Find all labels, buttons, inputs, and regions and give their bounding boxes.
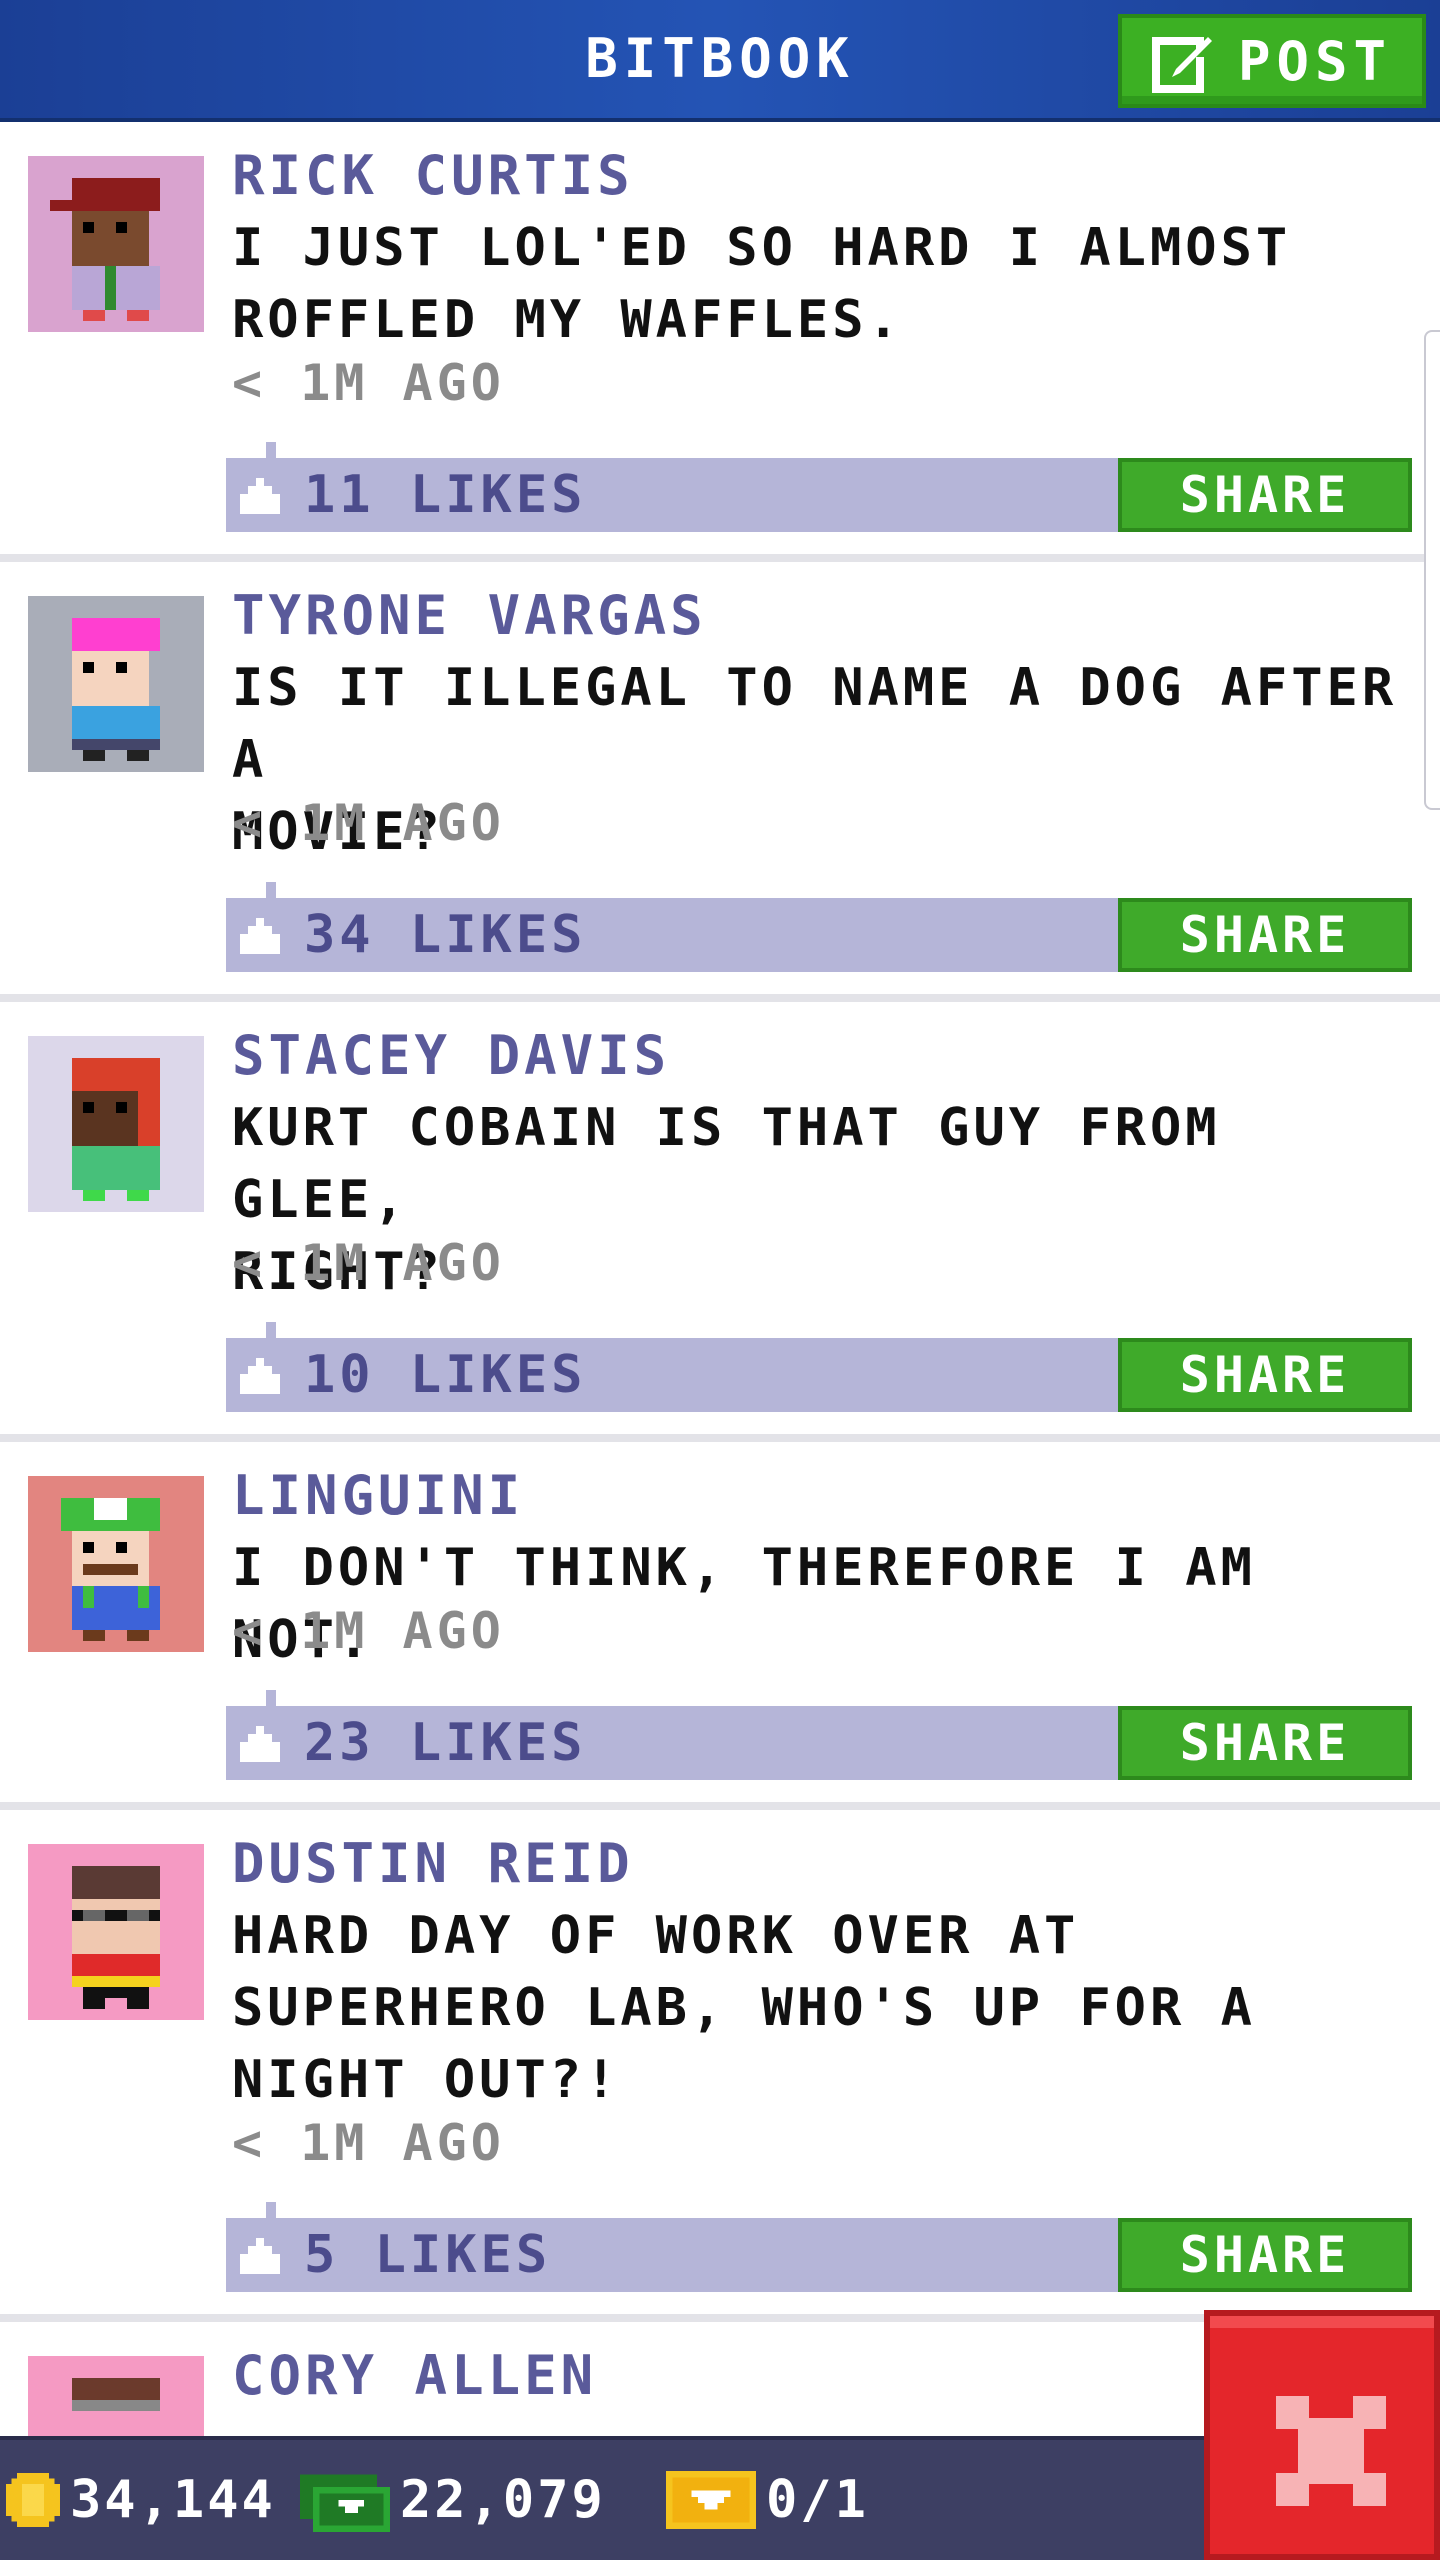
ticket-icon — [666, 2471, 756, 2529]
likes-bar: 23 LIKES SHARE — [226, 1690, 1412, 1780]
post-time: < 1M AGO — [232, 1234, 505, 1292]
share-button[interactable]: SHARE — [1118, 1338, 1412, 1412]
scrollbar[interactable] — [1424, 330, 1440, 810]
share-button[interactable]: SHARE — [1118, 458, 1412, 532]
close-icon — [1276, 2396, 1386, 2506]
likes-bar: 10 LIKES SHARE — [226, 1322, 1412, 1412]
post-author[interactable]: LINGUINI — [232, 1464, 524, 1527]
likes-count: 11 LIKES — [304, 465, 587, 525]
post-time: < 1M AGO — [232, 2114, 505, 2172]
post-text: HARD DAY OF WORK OVER AT SUPERHERO LAB, … — [232, 1906, 1256, 2110]
share-button[interactable]: SHARE — [1118, 2218, 1412, 2292]
post-author[interactable]: CORY ALLEN — [232, 2344, 597, 2407]
likes-count: 23 LIKES — [304, 1713, 587, 1773]
post-text: I JUST LOL'ED SO HARD I ALMOST ROFFLED M… — [232, 218, 1292, 350]
coins-value: 34,144 — [70, 2470, 276, 2530]
avatar[interactable] — [28, 1476, 204, 1652]
post-time: < 1M AGO — [232, 1602, 505, 1660]
likes-count: 34 LIKES — [304, 905, 587, 965]
coins-stat: 34,144 — [6, 2440, 276, 2560]
avatar[interactable] — [28, 156, 204, 332]
app: BITBOOK POST RICK CURTIS I JUST LOL'ED S… — [0, 0, 1440, 2560]
thumbs-up-icon — [240, 918, 280, 954]
bux-icon — [300, 2474, 390, 2532]
post-author[interactable]: DUSTIN REID — [232, 1832, 634, 1895]
avatar[interactable] — [28, 596, 204, 772]
post-card: LINGUINI I DON'T THINK, THEREFORE I AM N… — [0, 1442, 1440, 1810]
post-time: < 1M AGO — [232, 354, 505, 412]
post-card: STACEY DAVIS KURT COBAIN IS THAT GUY FRO… — [0, 1002, 1440, 1442]
thumbs-up-icon — [240, 478, 280, 514]
post-button-label: POST — [1237, 29, 1393, 93]
header: BITBOOK POST — [0, 0, 1440, 122]
thumbs-up-icon — [240, 1726, 280, 1762]
post-author[interactable]: STACEY DAVIS — [232, 1024, 670, 1087]
post-card: TYRONE VARGAS IS IT ILLEGAL TO NAME A DO… — [0, 562, 1440, 1002]
post-time: < 1M AGO — [232, 794, 505, 852]
avatar[interactable] — [28, 1844, 204, 2020]
post-button[interactable]: POST — [1118, 14, 1426, 108]
coin-icon — [6, 2473, 60, 2527]
post-card: DUSTIN REID HARD DAY OF WORK OVER AT SUP… — [0, 1810, 1440, 2322]
share-button[interactable]: SHARE — [1118, 898, 1412, 972]
thumbs-up-icon — [240, 2238, 280, 2274]
likes-bar: 5 LIKES SHARE — [226, 2202, 1412, 2292]
post-card: RICK CURTIS I JUST LOL'ED SO HARD I ALMO… — [0, 122, 1440, 562]
edit-icon — [1151, 37, 1212, 93]
close-button[interactable] — [1204, 2310, 1440, 2560]
tickets-stat: 0/1 — [666, 2440, 869, 2560]
post-author[interactable]: RICK CURTIS — [232, 144, 634, 207]
likes-count: 5 LIKES — [304, 2225, 552, 2285]
likes-count: 10 LIKES — [304, 1345, 587, 1405]
bux-stat: 22,079 — [300, 2440, 606, 2560]
share-button[interactable]: SHARE — [1118, 1706, 1412, 1780]
likes-bar: 34 LIKES SHARE — [226, 882, 1412, 972]
thumbs-up-icon — [240, 1358, 280, 1394]
bux-value: 22,079 — [400, 2470, 606, 2530]
tickets-value: 0/1 — [766, 2470, 869, 2530]
avatar[interactable] — [28, 1036, 204, 1212]
post-author[interactable]: TYRONE VARGAS — [232, 584, 707, 647]
likes-bar: 11 LIKES SHARE — [226, 442, 1412, 532]
